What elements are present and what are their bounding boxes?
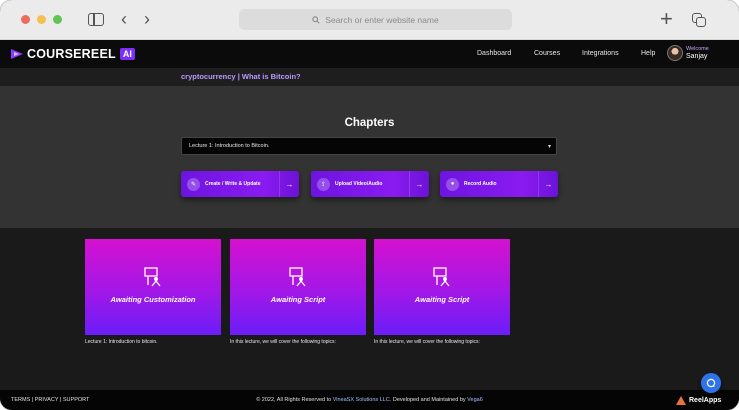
arrow-right-icon: → <box>409 171 429 197</box>
upload-video-audio-label: Upload Video/Audio <box>335 181 383 187</box>
nav-courses[interactable]: Courses <box>534 50 560 57</box>
page-title: Chapters <box>344 117 395 129</box>
reelapps-logo-icon <box>676 396 686 405</box>
logo-badge: AI <box>119 48 135 60</box>
copyright-prefix: © 2022, All Rights Reserved to <box>256 397 333 403</box>
copyright-text: © 2022, All Rights Reserved to VineaSX S… <box>0 397 739 403</box>
nav-help[interactable]: Help <box>641 50 655 57</box>
record-audio-label: Record Audio <box>464 181 497 187</box>
card-caption: Lecture 1: Introduction to bitcoin. <box>85 339 158 345</box>
chevron-down-icon: ▾ <box>547 144 551 150</box>
card-status: Awaiting Customization <box>110 295 196 304</box>
address-bar-placeholder: Search or enter website name <box>325 14 439 25</box>
card-caption: In this lecture, we will cover the follo… <box>374 339 480 345</box>
card-status: Awaiting Script <box>270 295 326 304</box>
lecture-card[interactable]: Awaiting Script <box>374 239 510 335</box>
presenter-icon <box>433 267 450 287</box>
chapters-panel: Chapters Lecture 1: Introduction to Bitc… <box>0 86 739 228</box>
logo-mark-icon <box>11 49 23 59</box>
breadcrumb-bar: cryptocurrency | What is Bitcoin? <box>0 68 739 86</box>
avatar[interactable] <box>667 45 683 61</box>
minimize-window-button[interactable] <box>37 15 46 24</box>
breadcrumb[interactable]: cryptocurrency | What is Bitcoin? <box>181 72 301 81</box>
footer: TERMS | PRIVACY | SUPPORT © 2022, All Ri… <box>0 390 739 410</box>
user-name[interactable]: Sanjay <box>686 53 707 60</box>
new-tab-icon[interactable]: + <box>660 8 673 30</box>
logo-text: COURSEREEL <box>27 47 116 61</box>
edit-icon: ✎ <box>187 177 200 191</box>
back-arrow-icon[interactable]: ‹ <box>121 10 127 28</box>
record-icon: ● <box>446 177 459 191</box>
company-link[interactable]: VineaSX Solutions LLC. <box>333 397 392 403</box>
copyright-mid: Developed and Maintained by <box>391 397 468 403</box>
lecture-card[interactable]: Awaiting Script <box>230 239 366 335</box>
address-bar[interactable]: Search or enter website name <box>239 9 512 30</box>
lecture-card[interactable]: Awaiting Customization <box>85 239 221 335</box>
presenter-icon <box>144 267 161 287</box>
upload-video-audio-button[interactable]: ⇪ Upload Video/Audio → <box>311 171 429 197</box>
welcome-label: Welcome <box>686 46 709 52</box>
nav-integrations[interactable]: Integrations <box>582 50 619 57</box>
app-header: COURSEREEL AI Dashboard Courses Integrat… <box>0 40 739 68</box>
card-status: Awaiting Script <box>414 295 470 304</box>
upload-icon: ⇪ <box>317 177 330 191</box>
arrow-right-icon: → <box>538 171 558 197</box>
arrow-right-icon: → <box>279 171 299 197</box>
chat-icon <box>706 378 716 388</box>
search-icon <box>312 15 320 24</box>
lecture-cards-area: Awaiting Customization Lecture 1: Introd… <box>0 228 739 390</box>
sidebar-toggle-icon[interactable] <box>88 13 104 26</box>
developer-link[interactable]: Vega6 <box>467 397 483 403</box>
tab-overview-icon[interactable] <box>692 13 707 28</box>
create-write-update-label: Create / Write & Update <box>205 181 261 187</box>
maximize-window-button[interactable] <box>53 15 62 24</box>
presenter-icon <box>289 267 306 287</box>
card-caption: In this lecture, we will cover the follo… <box>230 339 336 345</box>
close-window-button[interactable] <box>21 15 30 24</box>
chat-button[interactable] <box>701 373 721 393</box>
browser-toolbar: ‹ › Search or enter website name + <box>0 0 739 40</box>
create-write-update-button[interactable]: ✎ Create / Write & Update → <box>181 171 299 197</box>
reelapps-logo[interactable]: ReelApps <box>676 394 726 407</box>
record-audio-button[interactable]: ● Record Audio → <box>440 171 558 197</box>
logo[interactable]: COURSEREEL AI <box>10 46 135 62</box>
nav-dashboard[interactable]: Dashboard <box>477 50 511 57</box>
browser-window: ‹ › Search or enter website name + COURS… <box>0 0 739 410</box>
reelapps-brand: ReelApps <box>689 397 722 404</box>
lecture-select[interactable]: Lecture 1: Introduction to Bitcoin. ▾ <box>181 137 557 155</box>
lecture-select-value: Lecture 1: Introduction to Bitcoin. <box>189 143 270 149</box>
forward-arrow-icon[interactable]: › <box>144 10 150 28</box>
